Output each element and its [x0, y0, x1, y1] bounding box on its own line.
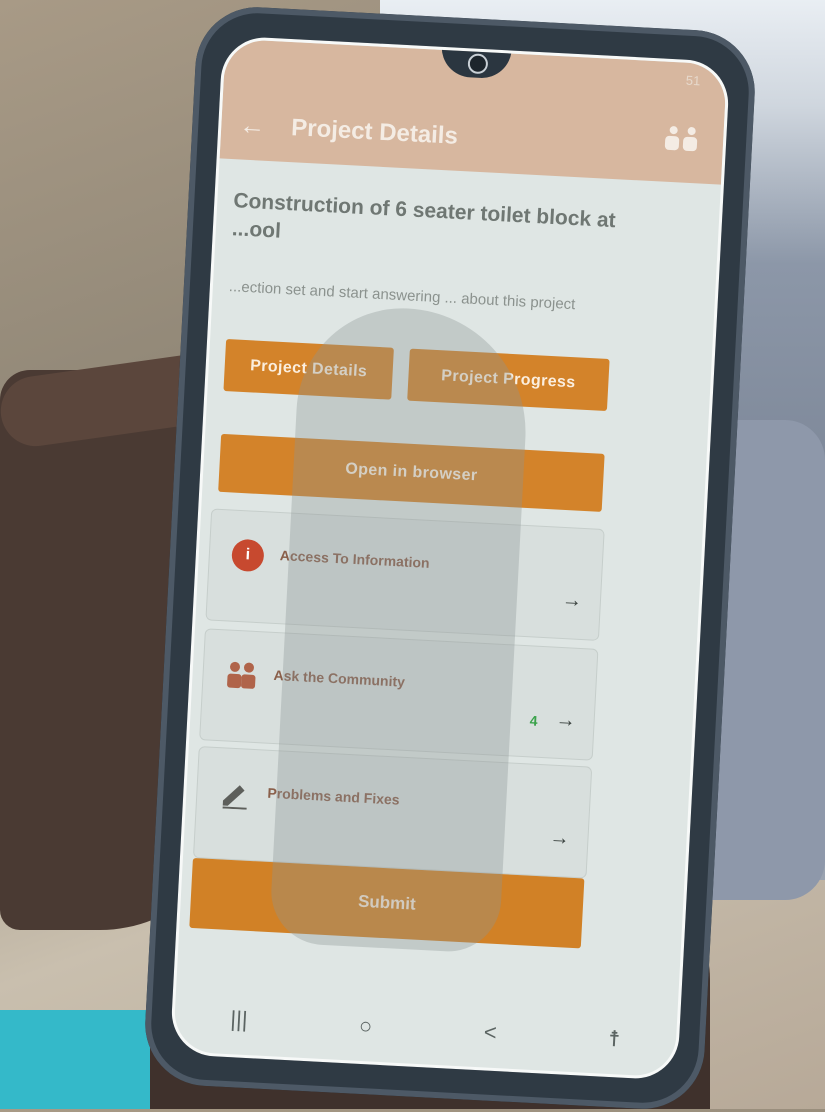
- arrow-right-icon: →: [548, 826, 571, 850]
- page-title: Project Details: [290, 114, 459, 150]
- project-details-button[interactable]: Project Details: [223, 338, 394, 400]
- system-nav-bar: ||| ○ < ☨: [173, 981, 678, 1077]
- project-heading: Construction of 6 seater toilet block at…: [231, 187, 673, 267]
- project-heading-line2: ...ool: [231, 217, 282, 244]
- card-label: Access To Information: [279, 547, 431, 571]
- project-heading-line1: Construction of 6 seater toilet block at: [232, 189, 617, 233]
- people-icon: [227, 661, 256, 689]
- recent-apps-icon[interactable]: |||: [230, 1006, 248, 1033]
- accessibility-icon[interactable]: ☨: [608, 1026, 621, 1053]
- app-bar: 51 ← Project Details: [219, 38, 728, 185]
- ask-the-community-card[interactable]: Ask the Community 4 →: [199, 628, 599, 761]
- card-label: Ask the Community: [273, 666, 406, 690]
- battery-level: 51: [685, 72, 701, 89]
- arrow-right-icon: →: [561, 588, 583, 612]
- instructions-text: ...ection set and start answering ... ab…: [228, 278, 576, 314]
- nav-back-icon[interactable]: <: [483, 1019, 497, 1046]
- open-in-browser-button[interactable]: Open in browser: [218, 433, 605, 512]
- pencil-icon: [222, 785, 247, 810]
- arrow-right-icon: →: [555, 708, 577, 732]
- card-label: Problems and Fixes: [267, 784, 400, 808]
- project-progress-button[interactable]: Project Progress: [407, 348, 610, 412]
- info-icon: i: [231, 538, 265, 573]
- phone: 51 ← Project Details Construction of 6 s…: [142, 4, 758, 1112]
- back-arrow-icon[interactable]: ←: [239, 109, 267, 141]
- comment-count: 4: [529, 712, 539, 729]
- screen: 51 ← Project Details Construction of 6 s…: [169, 35, 731, 1081]
- home-icon[interactable]: ○: [358, 1013, 373, 1040]
- access-to-information-card[interactable]: i Access To Information →: [205, 508, 605, 641]
- group-icon[interactable]: [664, 124, 702, 156]
- problems-and-fixes-card[interactable]: Problems and Fixes →: [192, 746, 593, 879]
